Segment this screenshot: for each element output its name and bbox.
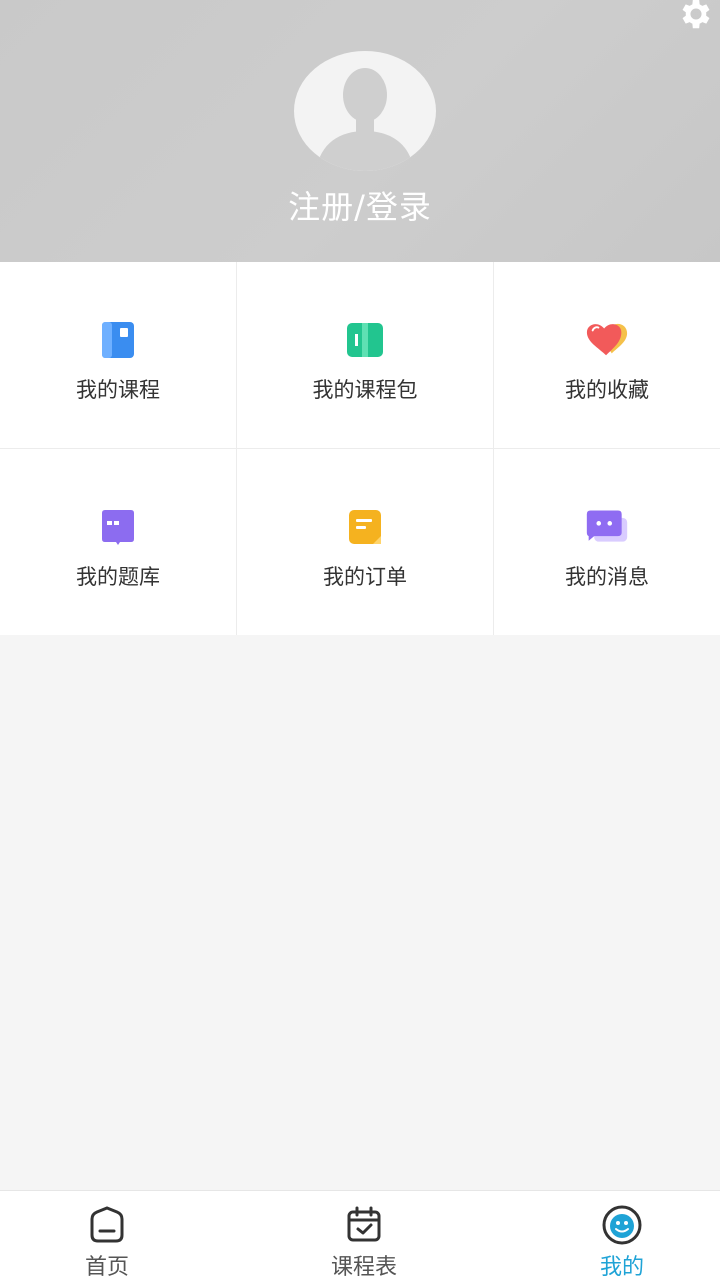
default-avatar-icon [316, 68, 414, 171]
tab-label: 课程表 [330, 1255, 397, 1280]
menu-item-label: 我的课程包 [312, 378, 418, 402]
tab-label: 首页 [84, 1255, 129, 1280]
menu-item-label: 我的题库 [76, 565, 160, 589]
profile-icon [602, 1205, 642, 1245]
calendar-icon [347, 1206, 381, 1242]
register-login-link[interactable]: 注册/登录 [0, 182, 720, 228]
bottom-tab-bar: 首页 课程表 我的 [0, 1190, 720, 1280]
course-book-icon [102, 322, 134, 358]
heart-icon [586, 323, 628, 356]
tab-label: 我的 [599, 1255, 644, 1280]
tab-schedule[interactable]: 课程表 [304, 1191, 424, 1280]
tab-home[interactable]: 首页 [57, 1191, 157, 1280]
menu-item-my-question-bank[interactable]: 我的题库 [0, 449, 236, 635]
profile-header: 注册/登录 [0, 0, 720, 262]
tab-mine[interactable]: 我的 [572, 1191, 672, 1280]
menu-item-label: 我的订单 [323, 565, 407, 589]
course-package-icon [347, 323, 383, 357]
menu-item-my-orders[interactable]: 我的订单 [237, 449, 493, 635]
feature-grid: 我的课程 我的课程包 我的收藏 我的题库 我的订单 我的消息 [0, 262, 720, 635]
home-icon [90, 1206, 124, 1243]
settings-button[interactable] [676, 0, 716, 34]
menu-item-label: 我的收藏 [565, 378, 649, 402]
menu-item-my-courses[interactable]: 我的课程 [0, 262, 236, 448]
order-icon [349, 510, 381, 544]
gear-icon [682, 0, 710, 29]
menu-item-my-messages[interactable]: 我的消息 [494, 449, 720, 635]
menu-item-my-favorites[interactable]: 我的收藏 [494, 262, 720, 448]
menu-item-label: 我的消息 [565, 565, 649, 589]
question-bank-icon [102, 510, 134, 545]
menu-item-my-course-package[interactable]: 我的课程包 [237, 262, 493, 448]
avatar[interactable] [294, 51, 436, 171]
message-icon [586, 510, 628, 542]
menu-item-label: 我的课程 [76, 378, 160, 402]
